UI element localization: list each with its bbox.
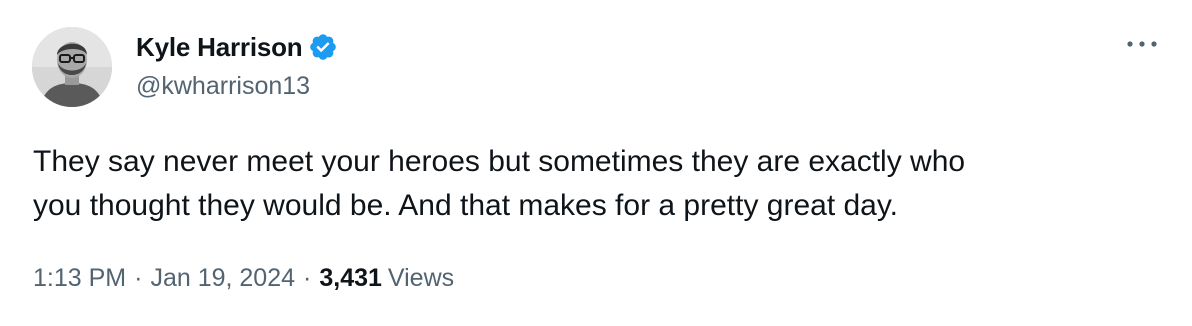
tweet-metadata: 1:13 PM · Jan 19, 2024 · 3,431 Views <box>33 264 454 293</box>
author-display-name[interactable]: Kyle Harrison <box>136 32 303 63</box>
author-handle[interactable]: @kwharrison13 <box>136 72 310 101</box>
separator: · <box>303 264 312 292</box>
tweet-date[interactable]: Jan 19, 2024 <box>150 264 295 293</box>
views-label: Views <box>387 264 455 292</box>
more-options-icon <box>1127 41 1157 47</box>
verified-badge-icon <box>308 32 338 62</box>
separator: · <box>134 264 143 292</box>
tweet-text: They say never meet your heroes but some… <box>33 145 966 222</box>
tweet-card: Kyle Harrison @kwharrison13 They say nev… <box>0 0 1192 326</box>
more-options-button[interactable] <box>1122 30 1162 58</box>
tweet-time[interactable]: 1:13 PM <box>33 264 126 293</box>
avatar[interactable] <box>32 27 112 107</box>
author-name-row: Kyle Harrison <box>136 30 338 64</box>
avatar-image <box>32 27 112 107</box>
views-count: 3,431 <box>319 264 382 292</box>
